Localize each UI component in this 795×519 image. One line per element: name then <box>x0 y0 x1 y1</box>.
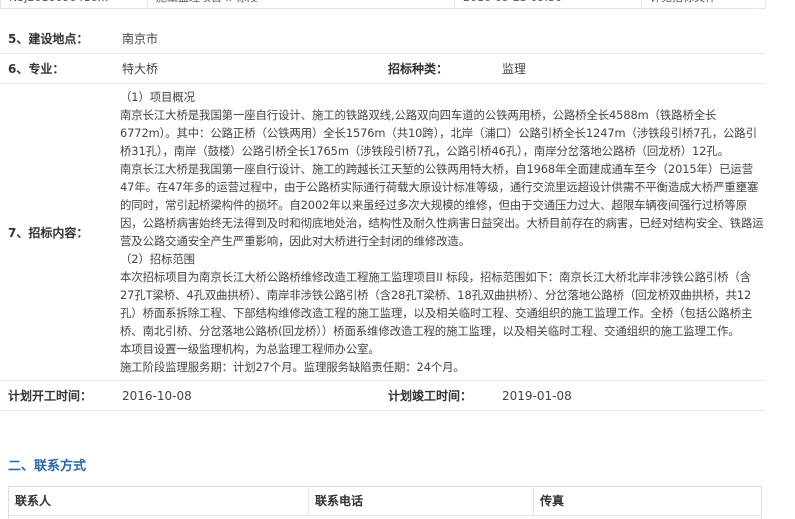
specialty-row: 6、专业： 特大桥 招标种类： 监理 <box>0 53 764 84</box>
tender-info-table: 5、建设地点： 南京市 6、专业： 特大桥 招标种类： 监理 7、招标内容： （… <box>0 24 764 411</box>
content-row: 7、招标内容： （1）项目概况 南京长江大桥是我国第一座自行设计、施工的铁路双线… <box>0 83 764 381</box>
specialty-value: 特大桥 <box>114 53 380 84</box>
contact-fax-header: 传真 <box>534 487 761 516</box>
start-date-label: 计划开工时间： <box>0 380 114 411</box>
dates-row: 计划开工时间： 2016-10-08 计划竣工时间： 2019-01-08 <box>0 380 764 411</box>
contact-table: 联系人 联系电话 传真 <box>8 486 762 519</box>
tender-type-label: 招标种类： <box>380 53 494 84</box>
overview-heading: （1）项目概况 <box>120 90 195 104</box>
tender-detail-page: N3J2016090416… 施工监理项目 II 标段 2016-09-23 0… <box>0 0 795 519</box>
specialty-label: 6、专业： <box>0 53 114 84</box>
overview-paragraph: 南京长江大桥是我国第一座自行设计、施工的铁路双线,公路双向四车道的公铁两用桥，公… <box>120 108 757 158</box>
contact-phone-header: 联系电话 <box>309 487 534 516</box>
content-text: （1）项目概况 南京长江大桥是我国第一座自行设计、施工的铁路双线,公路双向四车道… <box>114 83 764 381</box>
scope-heading: （2）招标范围 <box>120 252 195 266</box>
location-row: 5、建设地点： 南京市 <box>0 24 764 54</box>
end-date-label: 计划竣工时间： <box>380 380 494 411</box>
project-name: 施工监理项目 II 标段 <box>148 0 455 8</box>
start-date-value: 2016-10-08 <box>114 380 380 411</box>
tender-type-value: 监理 <box>494 53 764 84</box>
history-paragraph: 南京长江大桥是我国第一座自行设计、施工的跨越长江天堑的公铁两用特大桥，自1968… <box>120 162 764 248</box>
location-label: 5、建设地点： <box>0 24 114 54</box>
content-label: 7、招标内容： <box>0 83 114 381</box>
supervision-paragraph: 本项目设置一级监理机构，为总监理工程师办公室。 <box>120 342 380 356</box>
contact-person-header: 联系人 <box>9 487 309 516</box>
service-period-paragraph: 施工阶段监理服务期：计划27个月。监理服务缺陷责任期：24个月。 <box>120 360 465 374</box>
deadline: 2016-09-23 09:30 <box>455 0 642 8</box>
scope-paragraph: 本次招标项目为南京长江大桥公路桥维修改造工程施工监理项目II 标段，招标范围如下… <box>120 270 753 338</box>
project-code: N3J2016090416… <box>1 0 148 8</box>
contact-section-title: 二、联系方式 <box>8 459 87 474</box>
location-value: 南京市 <box>114 24 764 54</box>
remark: 详见招标文件 <box>642 0 765 8</box>
end-date-value: 2019-01-08 <box>494 380 764 411</box>
previous-row: N3J2016090416… 施工监理项目 II 标段 2016-09-23 0… <box>0 0 766 9</box>
